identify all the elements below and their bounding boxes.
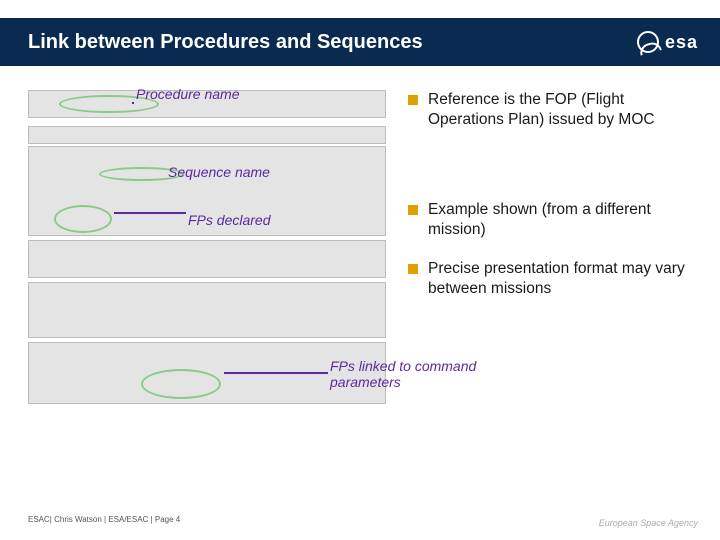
annotation-fps-linked: FPs linked to command parameters bbox=[330, 358, 500, 390]
list-item: Reference is the FOP (Flight Operations … bbox=[408, 90, 692, 130]
annotation-procedure-name: Procedure name bbox=[136, 86, 240, 102]
bullet-text: Precise presentation format may vary bet… bbox=[428, 259, 692, 299]
footer-agency-text: European Space Agency bbox=[599, 518, 698, 528]
highlight-oval-icon bbox=[54, 205, 112, 233]
esa-logo-text: esa bbox=[665, 32, 698, 53]
body-area: Procedure name Sequence name FPs declare… bbox=[28, 90, 692, 490]
esa-logo-icon bbox=[637, 31, 659, 53]
list-item: Example shown (from a different mission) bbox=[408, 200, 692, 240]
slide-root: Link between Procedures and Sequences es… bbox=[0, 0, 720, 540]
slide-title: Link between Procedures and Sequences bbox=[28, 31, 423, 54]
left-column: Procedure name Sequence name FPs declare… bbox=[28, 90, 398, 490]
annotation-line-icon bbox=[224, 372, 328, 374]
annotation-sequence-name: Sequence name bbox=[168, 164, 270, 180]
right-column: Reference is the FOP (Flight Operations … bbox=[398, 90, 692, 490]
annotation-pointer-icon bbox=[132, 102, 134, 104]
bullet-square-icon bbox=[408, 95, 418, 105]
highlight-oval-icon bbox=[141, 369, 221, 399]
annotation-line-icon bbox=[114, 212, 186, 214]
doc-row-block bbox=[28, 126, 386, 144]
annotation-fps-declared: FPs declared bbox=[188, 212, 270, 228]
footer-text: ESAC| Chris Watson | ESA/ESAC | Page 4 bbox=[28, 515, 180, 524]
bullet-square-icon bbox=[408, 264, 418, 274]
bullet-list: Example shown (from a different mission)… bbox=[408, 200, 692, 299]
bullet-list: Reference is the FOP (Flight Operations … bbox=[408, 90, 692, 130]
bullet-square-icon bbox=[408, 205, 418, 215]
bullet-text: Example shown (from a different mission) bbox=[428, 200, 692, 240]
title-bar: Link between Procedures and Sequences es… bbox=[0, 18, 720, 66]
doc-row-block bbox=[28, 240, 386, 278]
esa-logo: esa bbox=[637, 31, 698, 53]
bullet-text: Reference is the FOP (Flight Operations … bbox=[428, 90, 692, 130]
doc-row-block bbox=[28, 282, 386, 338]
list-item: Precise presentation format may vary bet… bbox=[408, 259, 692, 299]
